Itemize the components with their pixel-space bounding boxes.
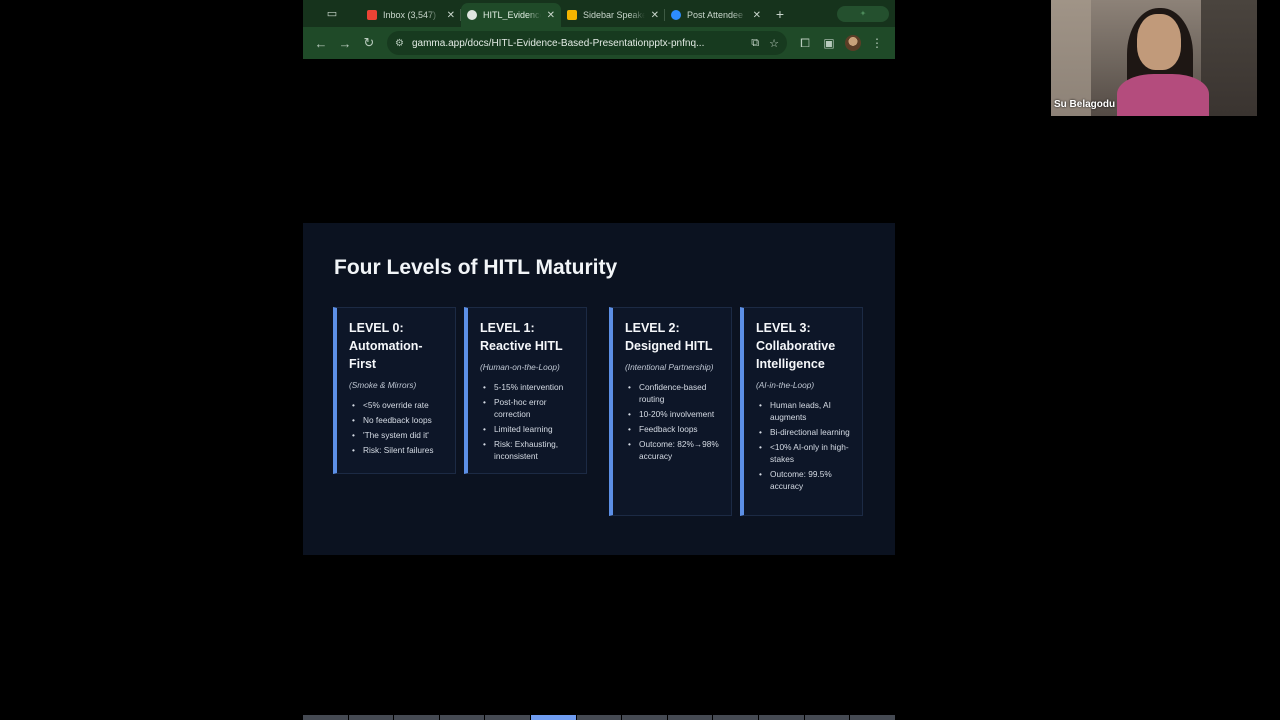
url-text: gamma.app/docs/HITL-Evidence-Based-Prese… [411, 37, 705, 49]
site-info-icon[interactable]: ⚙ [395, 38, 404, 49]
slide-title: Four Levels of HITL Maturity [334, 256, 618, 279]
plus-icon: + [775, 5, 785, 22]
browser-menu-button[interactable]: ⋮ [865, 31, 889, 55]
card-title: LEVEL 1: Reactive HITL [480, 321, 563, 353]
close-tab-icon[interactable]: ✕ [753, 10, 761, 21]
gmail-icon [367, 10, 377, 20]
level-card-0: LEVEL 0: Automation-First (Smoke & Mirro… [333, 307, 456, 474]
arrow-right-icon: → [338, 35, 352, 51]
slide-thumb[interactable] [303, 715, 348, 720]
card-title: LEVEL 2: Designed HITL [625, 321, 713, 353]
slide-thumb[interactable] [439, 715, 485, 720]
address-bar[interactable]: ⚙ gamma.app/docs/HITL-Evidence-Based-Pre… [387, 31, 787, 55]
bookmark-star-icon[interactable]: ☆ [769, 37, 779, 50]
tab-search-button[interactable]: ▭ [303, 0, 361, 27]
level-card-1: LEVEL 1: Reactive HITL (Human-on-the-Loo… [464, 307, 587, 474]
participant-figure [1117, 74, 1209, 116]
slide-progress-strip[interactable] [303, 715, 895, 720]
bullet-item: No feedback loops [349, 414, 447, 426]
bullet-item: Outcome: 82%→98% accuracy [625, 438, 723, 462]
card-title: LEVEL 3: Collaborative Intelligence [756, 321, 836, 371]
bullet-item: Confidence-based routing [625, 381, 723, 405]
install-app-icon[interactable]: ⧉ [751, 37, 759, 50]
tab-label: Post Attendee [687, 10, 744, 20]
slide-thumb[interactable] [759, 715, 804, 720]
tab-hitl-evidence[interactable]: HITL_Evidence ✕ [461, 3, 561, 27]
slide-thumb-current[interactable] [531, 715, 576, 720]
tab-label: Sidebar Speaker [583, 10, 645, 20]
tab-post-attendee[interactable]: Post Attendee ✕ [665, 3, 767, 27]
bullet-item: <10% AI-only in high-stakes [756, 441, 854, 465]
close-tab-icon[interactable]: ✕ [447, 10, 455, 21]
participant-video-tile[interactable]: Su Belagodu [1051, 0, 1257, 116]
close-tab-icon[interactable]: ✕ [651, 10, 659, 21]
gemini-button[interactable]: ✦ [837, 5, 889, 22]
slide-thumb[interactable] [348, 715, 394, 720]
card-bullets: <5% override rate No feedback loops 'The… [349, 399, 447, 456]
extensions-button[interactable]: ⧠ [793, 31, 817, 55]
slide-thumb[interactable] [713, 715, 759, 720]
new-tab-button[interactable]: + [767, 6, 793, 22]
arrow-left-icon: ← [314, 35, 328, 51]
bullet-item: 10-20% involvement [625, 408, 723, 420]
bullet-item: 5-15% intervention [480, 381, 578, 393]
participant-figure [1137, 14, 1181, 70]
slide-thumb[interactable] [394, 715, 439, 720]
screen: ▭ Inbox (3,547) ✕ HITL_Evidence ✕ Sideba… [0, 0, 1280, 720]
browser-toolbar: ← → ↻ ⚙ gamma.app/docs/HITL-Evidence-Bas… [303, 27, 895, 59]
profile-avatar[interactable] [845, 35, 861, 51]
kebab-menu-icon: ⋮ [871, 36, 883, 50]
card-title: LEVEL 0: Automation-First [349, 321, 423, 371]
forward-button[interactable]: → [333, 31, 357, 55]
slide-thumb[interactable] [576, 715, 622, 720]
slide-thumb[interactable] [804, 715, 850, 720]
slides-icon [567, 10, 577, 20]
slide-thumb[interactable] [622, 715, 667, 720]
side-panel-icon: ▣ [823, 36, 835, 50]
bullet-item: Outcome: 99.5% accuracy [756, 468, 854, 492]
card-subtitle: (AI-in-the-Loop) [756, 380, 815, 390]
slide: Four Levels of HITL Maturity LEVEL 0: Au… [303, 223, 895, 555]
level-card-2: LEVEL 2: Designed HITL (Intentional Part… [609, 307, 732, 516]
reload-button[interactable]: ↻ [357, 31, 381, 55]
slide-thumb[interactable] [485, 715, 531, 720]
level-card-3: LEVEL 3: Collaborative Intelligence (AI-… [740, 307, 863, 516]
page-viewport: Four Levels of HITL Maturity LEVEL 0: Au… [303, 59, 895, 720]
slide-thumb[interactable] [850, 715, 895, 720]
back-button[interactable]: ← [309, 31, 333, 55]
bullet-item: Post-hoc error correction [480, 396, 578, 420]
card-subtitle: (Smoke & Mirrors) [349, 380, 417, 390]
card-bullets: Confidence-based routing 10-20% involvem… [625, 381, 723, 462]
close-tab-icon[interactable]: ✕ [547, 10, 555, 21]
bullet-item: <5% override rate [349, 399, 447, 411]
video-background [1201, 0, 1257, 116]
tab-search-icon: ▭ [326, 8, 338, 20]
card-subtitle: (Intentional Partnership) [625, 362, 714, 372]
puzzle-icon: ⧠ [800, 35, 810, 50]
sparkle-icon: ✦ [859, 9, 867, 18]
side-panel-button[interactable]: ▣ [817, 31, 841, 55]
participant-name: Su Belagodu [1054, 99, 1116, 110]
reload-icon: ↻ [363, 35, 375, 50]
card-subtitle: (Human-on-the-Loop) [480, 362, 560, 372]
gamma-icon [467, 10, 477, 20]
slide-thumb[interactable] [667, 715, 713, 720]
bullet-item: Human leads, AI augments [756, 399, 854, 423]
tab-inbox[interactable]: Inbox (3,547) ✕ [361, 3, 461, 27]
bullet-item: Risk: Silent failures [349, 444, 447, 456]
bullet-item: 'The system did it' [349, 429, 447, 441]
bullet-item: Bi-directional learning [756, 426, 854, 438]
bullet-item: Risk: Exhausting, inconsistent [480, 438, 578, 462]
bullet-item: Limited learning [480, 423, 578, 435]
tab-strip: ▭ Inbox (3,547) ✕ HITL_Evidence ✕ Sideba… [303, 0, 895, 27]
browser-window: ▭ Inbox (3,547) ✕ HITL_Evidence ✕ Sideba… [303, 0, 895, 720]
tab-label: Inbox (3,547) [383, 10, 437, 20]
card-bullets: Human leads, AI augments Bi-directional … [756, 399, 854, 492]
card-bullets: 5-15% intervention Post-hoc error correc… [480, 381, 578, 462]
tab-label: HITL_Evidence [483, 10, 541, 20]
bullet-item: Feedback loops [625, 423, 723, 435]
tab-sidebar-speaker[interactable]: Sidebar Speaker ✕ [561, 3, 665, 27]
zoom-icon [671, 10, 681, 20]
